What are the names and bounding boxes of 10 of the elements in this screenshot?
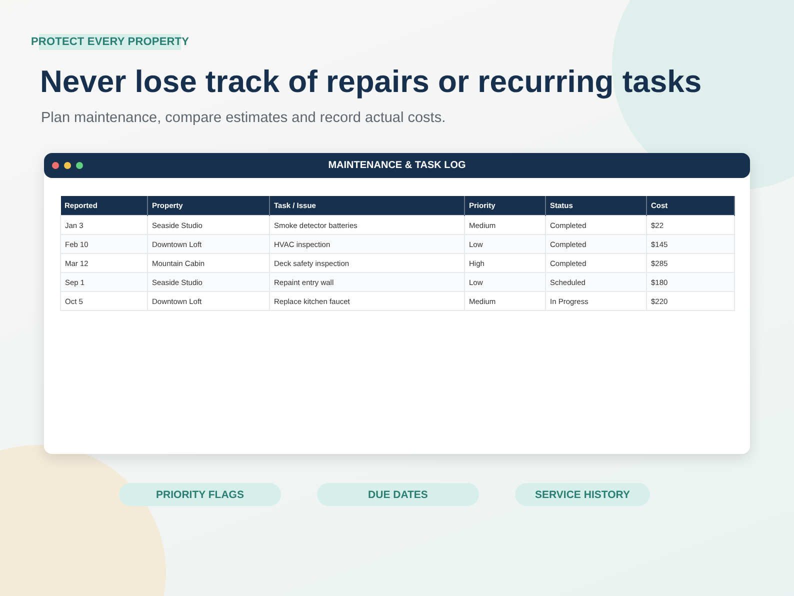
maximize-dot-icon[interactable] bbox=[76, 162, 83, 169]
window-title: MAINTENANCE & TASK LOG bbox=[328, 160, 466, 171]
feature-tag: DUE DATES bbox=[317, 483, 479, 506]
feature-tag: SERVICE HISTORY bbox=[515, 483, 650, 506]
subtitle: Plan maintenance, compare estimates and record actual costs. bbox=[41, 110, 447, 126]
eyebrow-label: PROTECT EVERY PROPERTY bbox=[31, 34, 190, 50]
headline: Never lose track of repairs or recurring tasks bbox=[40, 64, 703, 100]
close-dot-icon[interactable] bbox=[52, 162, 59, 169]
minimize-dot-icon[interactable] bbox=[64, 162, 71, 169]
feature-tag: PRIORITY FLAGS bbox=[119, 483, 281, 506]
